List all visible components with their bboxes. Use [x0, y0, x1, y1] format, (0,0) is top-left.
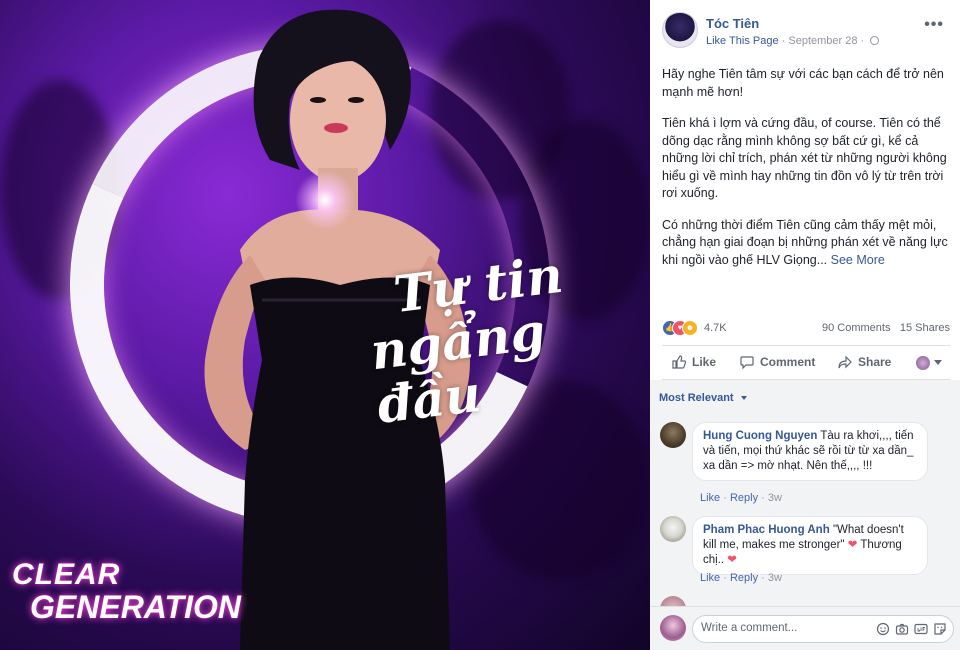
chevron-down-icon [740, 396, 747, 401]
comment-input-icons [876, 622, 947, 636]
gif-icon[interactable] [914, 622, 928, 636]
comment-bubble: Pham Phac Huong Anh "What doesn't kill m… [692, 516, 928, 575]
more-options-icon[interactable]: ••• [924, 16, 944, 34]
post-paragraph-text: Có những thời điểm Tiên cũng cảm thấy mệ… [662, 217, 948, 267]
comment-reply-link[interactable]: Reply [730, 492, 758, 504]
brand-line-1: CLEAR [12, 558, 121, 591]
comment-input-placeholder: Write a comment... [701, 622, 798, 634]
reactions-summary: 👍 ♥ ☻ 4.7K 90 Comments 15 Shares [662, 320, 950, 338]
share-button-label: Share [858, 355, 892, 369]
comment-button-label: Comment [760, 355, 816, 369]
comment-actions: Like · Reply · 3w [700, 492, 782, 504]
comment-actions: Like · Reply · 3w [700, 572, 782, 584]
emoji-icon[interactable] [876, 622, 890, 636]
comment-button[interactable]: Comment [740, 355, 815, 369]
heart-icon: ❤ [727, 554, 737, 566]
comment-like-link[interactable]: Like [700, 492, 720, 504]
like-button-label: Like [692, 355, 717, 369]
meta-separator: · [860, 35, 865, 47]
comment-author[interactable]: Hung Cuong Nguyen [703, 430, 817, 442]
divider [662, 345, 950, 346]
post-header: Tóc Tiên Like This Page · September 28 ·… [662, 12, 950, 52]
comment-time[interactable]: 3w [768, 572, 782, 584]
clear-generation-logo: CLEAR GENERATION [12, 558, 241, 625]
post-sidebar: Tóc Tiên Like This Page · September 28 ·… [650, 0, 960, 650]
avatar[interactable] [660, 516, 686, 542]
comment-icon [740, 356, 754, 369]
post-paragraph: Tiên khá ì lợm và cứng đầu, of course. T… [662, 116, 947, 200]
post-body: Hãy nghe Tiên tâm sự với các bạn cách để… [662, 66, 950, 283]
comment-author[interactable]: Pham Phac Huong Anh [703, 524, 830, 536]
post-meta: Like This Page · September 28 · [706, 35, 880, 47]
camera-icon[interactable] [895, 622, 909, 636]
write-comment-bar: Write a comment... [650, 606, 960, 650]
post-photo[interactable]: Tự tin ngẩng đầu CLEAR GENERATION [0, 0, 650, 650]
avatar [916, 355, 930, 370]
globe-icon [870, 36, 880, 45]
comment-sort-label: Most Relevant [659, 392, 734, 404]
lens-flare [295, 170, 355, 230]
see-more-link[interactable]: See More [831, 253, 885, 267]
comment-like-link[interactable]: Like [700, 572, 720, 584]
meta-separator: · [781, 35, 786, 47]
heart-icon: ❤ [847, 539, 858, 551]
like-icon [672, 355, 686, 369]
comment-reply-link[interactable]: Reply [730, 572, 758, 584]
comment-input[interactable]: Write a comment... [692, 615, 954, 643]
post-as-selector[interactable] [916, 355, 942, 370]
share-button[interactable]: Share [838, 355, 891, 369]
slogan-text: Tự tin ngẩng đầu [361, 239, 649, 435]
post-paragraph: Có những thời điểm Tiên cũng cảm thấy mệ… [662, 217, 950, 270]
comments-count-link[interactable]: 90 Comments [822, 322, 890, 334]
page-name-link[interactable]: Tóc Tiên [706, 16, 759, 31]
post-date[interactable]: September 28 [788, 35, 857, 47]
post-paragraph: Hãy nghe Tiên tâm sự với các bạn cách để… [662, 67, 944, 99]
comment-time[interactable]: 3w [768, 492, 782, 504]
comment-bubble: Hung Cuong Nguyen Tàu ra khơi,,,, tiến v… [692, 422, 928, 481]
avatar[interactable] [660, 422, 686, 448]
like-button[interactable]: Like [672, 355, 716, 369]
haha-reaction-icon[interactable]: ☻ [682, 320, 698, 336]
share-icon [838, 355, 852, 369]
shares-count-link[interactable]: 15 Shares [900, 322, 950, 334]
sticker-icon[interactable] [933, 622, 947, 636]
comment-sort-dropdown[interactable]: Most Relevant [659, 392, 747, 404]
chevron-down-icon [934, 360, 942, 366]
comments-section: Most Relevant Hung Cuong Nguyen Tàu ra k… [650, 380, 960, 622]
post-actions: Like Comment Share [662, 350, 950, 376]
page-avatar[interactable] [662, 12, 698, 48]
reaction-count[interactable]: 4.7K [704, 322, 727, 334]
like-page-link[interactable]: Like This Page [706, 35, 779, 47]
avatar [660, 615, 686, 641]
brand-line-2: GENERATION [30, 589, 241, 625]
